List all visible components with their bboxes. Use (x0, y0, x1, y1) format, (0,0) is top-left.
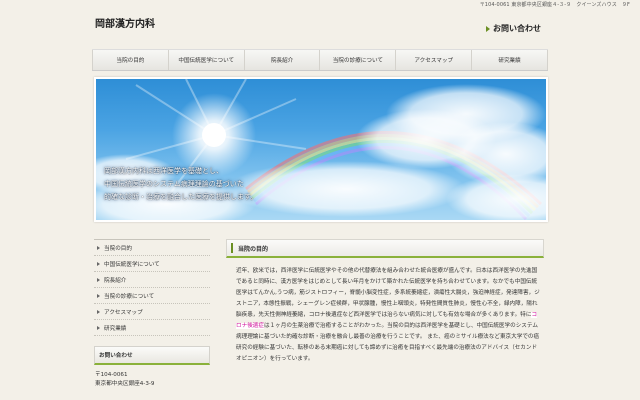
sidebar-item-label: 院長紹介 (104, 277, 127, 284)
sidebar-address: 〒104-0061 東京都中央区銀座4-3-9 (94, 371, 210, 389)
sidebar-contact-heading: お問い合わせ (94, 346, 210, 365)
sidebar-item-label: 研究業績 (104, 325, 127, 332)
arrow-right-icon (97, 277, 100, 282)
contact-link-label: お問い合わせ (493, 24, 541, 33)
sidebar-item-access[interactable]: アクセスマップ (94, 304, 210, 320)
contact-link[interactable]: お問い合わせ (486, 23, 541, 34)
sidebar-item-label: 当院の目的 (104, 245, 132, 252)
section-body: 近年、欧米では，西洋医学に伝統医学やその他の代替療法を組み合わせた統合医療が盛ん… (226, 266, 544, 365)
sidebar: 当院の目的 中国伝統医学について 院長紹介 当院の診療について アクセスマップ … (94, 239, 210, 389)
body-text-end: は１ヶ月の生薬治療で治癒することがわかった。当院の目的は西洋医学を基礎とし、中国… (236, 323, 540, 362)
nav-item-research[interactable]: 研究業績 (472, 50, 548, 70)
sidebar-item-label: 中国伝統医学について (104, 261, 160, 268)
nav-item-chinese-medicine[interactable]: 中国伝統医学について (169, 50, 245, 70)
hero-tagline: 岡部漢方内科は西洋医学を基礎とし、 中国伝統医学のシステム病理理論の基づいた 的… (104, 165, 257, 204)
nav-item-purpose[interactable]: 当院の目的 (92, 50, 169, 70)
arrow-right-icon (486, 25, 490, 32)
arrow-right-icon (97, 245, 100, 250)
sidebar-street-address: 東京都中央区銀座4-3-9 (95, 381, 155, 387)
nav-item-director[interactable]: 院長紹介 (245, 50, 321, 70)
sidebar-item-research[interactable]: 研究業績 (94, 320, 210, 336)
hero-line: 的確な診断・治療を融合した医療を提供します。 (104, 193, 258, 201)
sidebar-item-label: 当院の診療について (104, 293, 155, 300)
body-text-start: 近年、欧米では，西洋医学に伝統医学やその他の代替療法を組み合わせた統合医療が盛ん… (236, 268, 540, 318)
arrow-right-icon (97, 261, 100, 266)
section-heading: 当院の目的 (226, 239, 544, 258)
sidebar-item-director[interactable]: 院長紹介 (94, 272, 210, 288)
section-heading-label: 当院の目的 (238, 245, 269, 253)
arrow-right-icon (97, 293, 100, 298)
arrow-right-icon (97, 325, 100, 330)
sidebar-item-chinese-medicine[interactable]: 中国伝統医学について (94, 256, 210, 272)
sidebar-item-treatment[interactable]: 当院の診療について (94, 288, 210, 304)
sidebar-postal-code: 〒104-0061 (95, 372, 128, 378)
sidebar-item-purpose[interactable]: 当院の目的 (94, 239, 210, 256)
heading-bar (231, 243, 233, 253)
global-nav: 当院の目的 中国伝統医学について 院長紹介 当院の診療について アクセスマップ … (92, 49, 548, 71)
main-content: 当院の目的 近年、欧米では，西洋医学に伝統医学やその他の代替療法を組み合わせた統… (226, 239, 544, 365)
arrow-right-icon (97, 309, 100, 314)
hero-banner: 岡部漢方内科は西洋医学を基礎とし、 中国伝統医学のシステム病理理論の基づいた 的… (94, 77, 548, 222)
hero-line: 中国伝統医学のシステム病理理論の基づいた (104, 180, 244, 188)
header-address: 〒104-0061 東京都中央区銀座４-３-９ クイーンズハウス ９F (479, 2, 630, 8)
nav-item-access[interactable]: アクセスマップ (396, 50, 473, 70)
hero-line: 岡部漢方内科は西洋医学を基礎とし、 (104, 167, 223, 175)
nav-item-treatment[interactable]: 当院の診療について (320, 50, 397, 70)
sidebar-item-label: アクセスマップ (104, 309, 143, 316)
site-logo[interactable]: 岡部漢方内科 (95, 15, 155, 30)
